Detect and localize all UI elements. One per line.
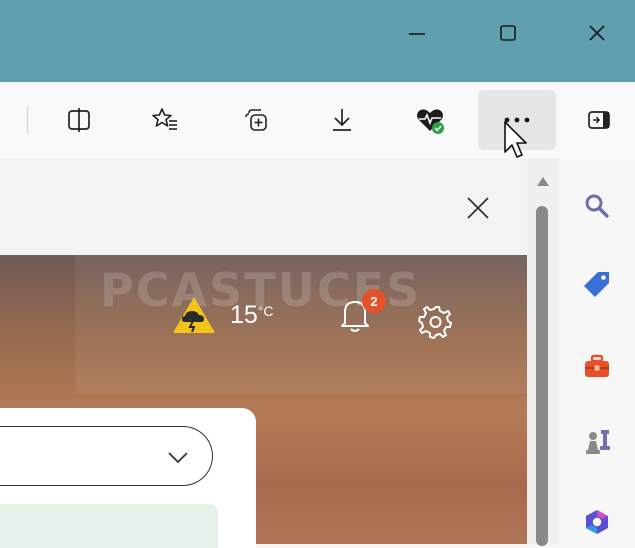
- sidebar-item-office[interactable]: [579, 504, 615, 540]
- tools-icon: [585, 354, 609, 377]
- collections-icon: [245, 109, 267, 131]
- sidebar-item-search[interactable]: [579, 188, 615, 224]
- sidebar-toggle-icon: [588, 111, 610, 129]
- temperature-text: 15°C: [230, 301, 274, 330]
- office-icon: [586, 510, 608, 534]
- weather-cloud-lightning-icon: [173, 297, 215, 333]
- feed-item-box: [0, 504, 218, 548]
- sidebar-item-tools[interactable]: [579, 348, 615, 384]
- maximize-button[interactable]: [491, 18, 525, 48]
- mouse-cursor-icon: [504, 121, 527, 158]
- title-bar: [0, 0, 635, 82]
- page-settings-button[interactable]: [417, 302, 455, 345]
- split-screen-icon: [68, 108, 90, 132]
- shopping-tag-icon: [584, 272, 609, 297]
- sidebar-item-games[interactable]: [579, 424, 615, 460]
- temperature-unit: °C: [257, 302, 274, 319]
- downloads-button[interactable]: [316, 94, 368, 146]
- scrollbar-thumb[interactable]: [536, 206, 548, 546]
- toolbar-separator: [27, 106, 28, 134]
- weather-widget[interactable]: 15°C: [172, 295, 274, 335]
- chevron-down-icon: [168, 452, 188, 464]
- favorites-button[interactable]: [139, 94, 191, 146]
- minimize-button[interactable]: [400, 18, 434, 48]
- favorites-icon: [152, 108, 177, 130]
- edge-sidebar: [559, 158, 635, 544]
- close-icon: [589, 25, 605, 41]
- close-panel-button[interactable]: [460, 190, 496, 226]
- maximize-icon: [500, 25, 516, 41]
- minimize-icon: [409, 33, 425, 35]
- collections-button[interactable]: [230, 94, 282, 146]
- sidebar-item-shopping[interactable]: [579, 266, 615, 302]
- close-icon: [467, 197, 489, 219]
- scroll-up-arrow-icon[interactable]: [535, 174, 551, 188]
- temperature-value: 15: [230, 300, 258, 329]
- sidebar-toggle-button[interactable]: [573, 94, 625, 146]
- split-screen-button[interactable]: [53, 94, 105, 146]
- browser-toolbar: [0, 82, 635, 159]
- gear-icon: [418, 306, 452, 339]
- notifications-button[interactable]: 2: [337, 289, 386, 339]
- notification-count-badge: 2: [362, 289, 386, 313]
- downloads-icon: [333, 109, 351, 131]
- content-dropdown[interactable]: [0, 426, 213, 486]
- panel-scrollbar[interactable]: [527, 158, 559, 546]
- games-icon: [586, 430, 610, 454]
- close-window-button[interactable]: [580, 18, 614, 48]
- browser-essentials-icon: [417, 109, 444, 134]
- browser-essentials-button[interactable]: [404, 94, 456, 146]
- search-icon: [585, 194, 609, 218]
